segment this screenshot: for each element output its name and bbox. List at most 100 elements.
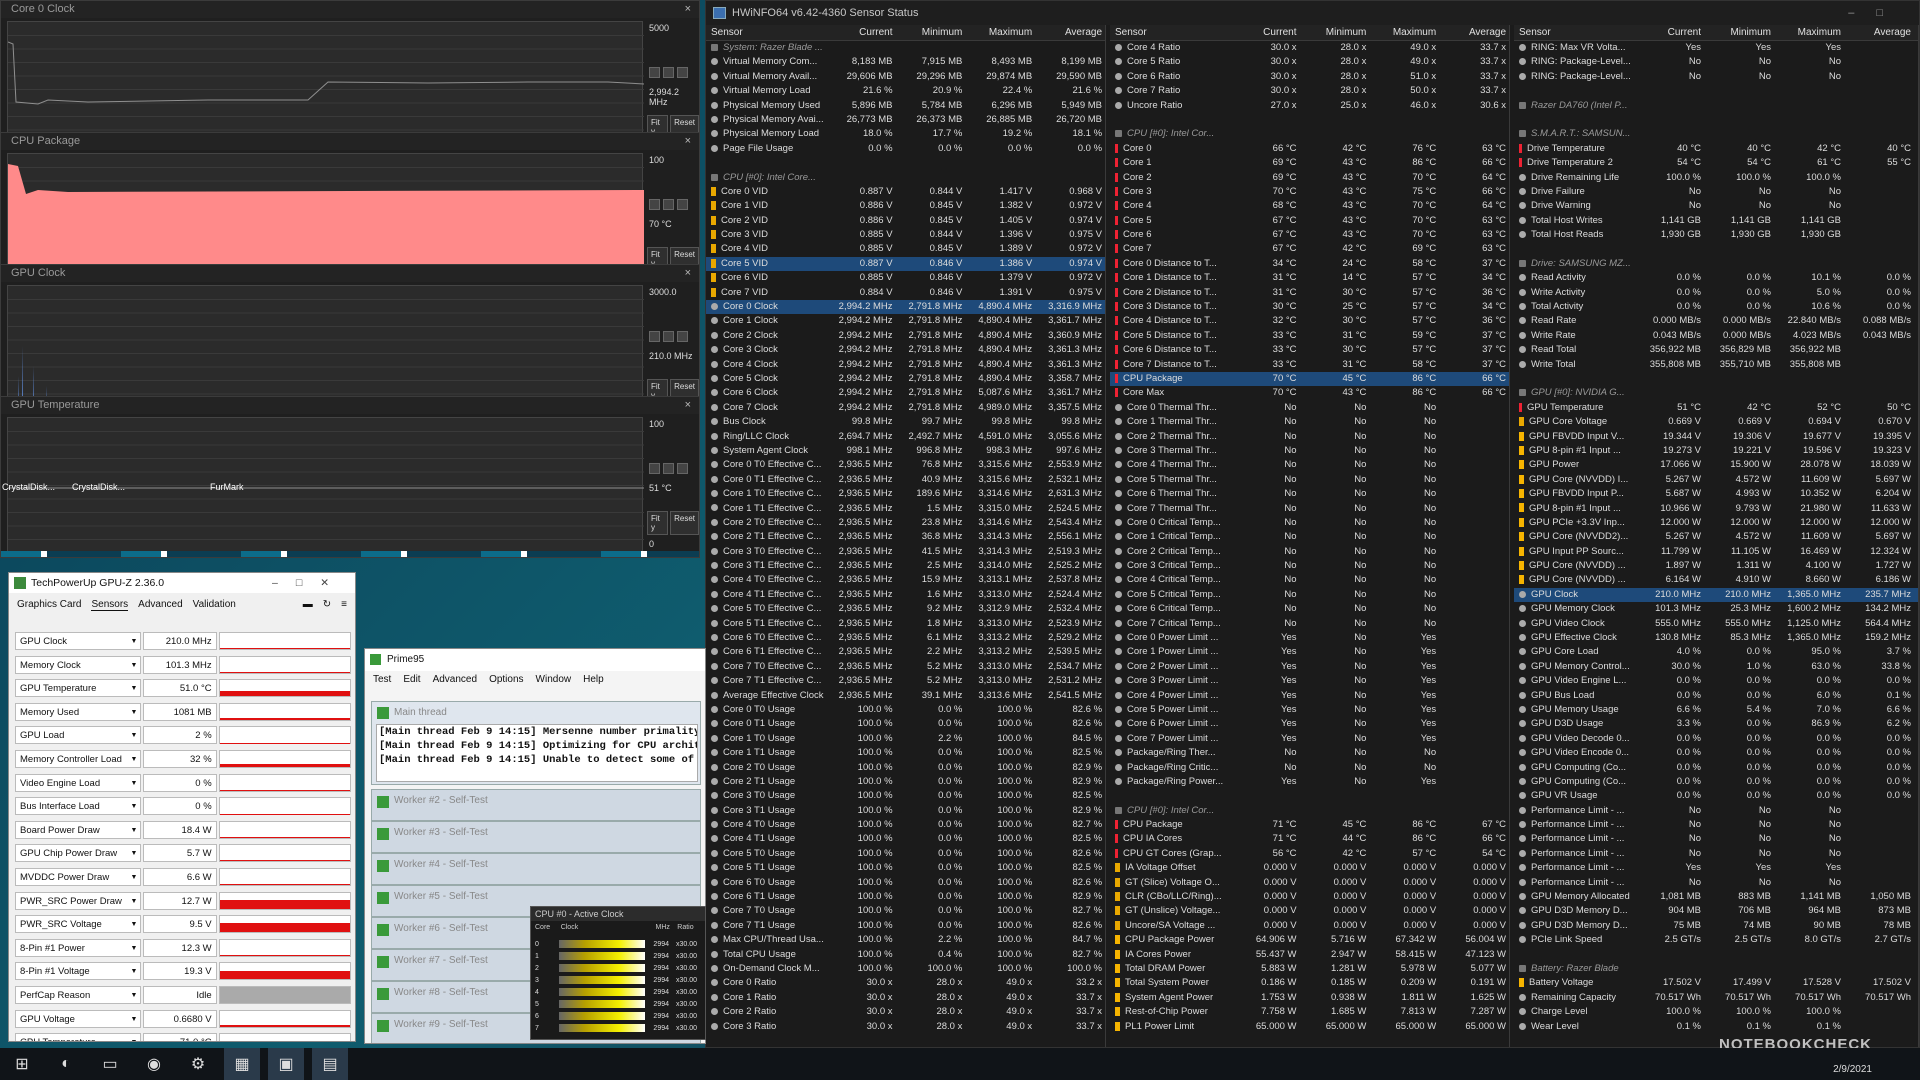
sensor-row[interactable]: Core 1 Power Limit ... Yes No Yes	[1110, 645, 1509, 659]
column-header[interactable]: Sensor Current Minimum Maximum Average	[1110, 25, 1509, 41]
sensor-row[interactable]: Core 0 66 °C 42 °C 76 °C 63 °C	[1110, 142, 1509, 156]
sensor-row[interactable]: RING: Package-Level... No No No	[1514, 70, 1918, 84]
worker-window[interactable]: Worker #4 - Self-Test	[371, 853, 701, 885]
settings-icon[interactable]: ⚙	[180, 1048, 216, 1080]
sensor-row[interactable]: Core 7 T1 Effective C... 2,936.5 MHz 5.2 M…	[706, 674, 1105, 688]
gpuz-window[interactable]: TechPowerUp GPU-Z 2.36.0 –□✕ Graphics Ca…	[8, 572, 356, 1042]
sensor-row[interactable]: Physical Memory Avai... 26,773 MB 26,373 M…	[706, 113, 1105, 127]
sensor-row[interactable]: Core 2 T0 Effective C... 2,936.5 MHz 23.8 …	[706, 516, 1105, 530]
sensor-row[interactable]: Core 5 Power Limit ... Yes No Yes	[1110, 703, 1509, 717]
sensor-row[interactable]: Core 6 VID 0.885 V 0.846 V 1.379 V 0.972 V	[706, 271, 1105, 285]
sensor-row[interactable]: CPU Package 71 °C 45 °C 86 °C 67 °C	[1110, 818, 1509, 832]
sensor-row[interactable]: Core 2 VID 0.886 V 0.845 V 1.405 V 0.974 V	[706, 214, 1105, 228]
gpuz-sensor-label[interactable]: 8-Pin #1 Power	[15, 938, 142, 958]
sensor-row[interactable]: Read Total 356,922 MB 356,829 MB 356,922 MB	[1514, 343, 1918, 357]
gpuz-sensor-row[interactable]: PWR_SRC Voltage9.5 V	[15, 914, 351, 934]
header-minimum[interactable]: Minimum	[1300, 25, 1370, 40]
sensor-row[interactable]: Total Activity 0.0 % 0.0 % 10.6 % 0.0 %	[1514, 300, 1918, 314]
sensor-row[interactable]: Core 0 T0 Effective C... 2,936.5 MHz 76.8 …	[706, 458, 1105, 472]
sensor-row[interactable]: GPU Clock 210.0 MHz 210.0 MHz 1,365.0 MHz 23…	[1514, 587, 1918, 603]
sensor-row[interactable]: Core 5 Distance to T... 33 °C 31 °C 59 °C 37…	[1110, 329, 1509, 343]
close-icon[interactable]: ×	[685, 397, 691, 414]
sensor-row[interactable]: Core 3 Distance to T... 30 °C 25 °C 57 °C 34…	[1110, 300, 1509, 314]
sensor-row[interactable]: Core 4 Power Limit ... Yes No Yes	[1110, 689, 1509, 703]
sensor-row[interactable]: Core 1 T1 Effective C... 2,936.5 MHz 1.5 M…	[706, 502, 1105, 516]
gpuz-sensor-label[interactable]: GPU Chip Power Draw	[15, 844, 142, 863]
sensor-row[interactable]: Bus Clock 99.8 MHz 99.7 MHz 99.8 MHz 99.8 MH…	[706, 415, 1105, 429]
sensor-row[interactable]: Total Host Reads 1,930 GB 1,930 GB 1,930 GB	[1514, 228, 1918, 242]
sensor-row[interactable]: Core 4 T1 Effective C... 2,936.5 MHz 1.6 M…	[706, 588, 1105, 602]
tab-sensors[interactable]: Sensors	[91, 599, 129, 611]
gpuz-titlebar[interactable]: TechPowerUp GPU-Z 2.36.0 –□✕	[9, 573, 355, 593]
sensor-row[interactable]: Package/Ring Power... Yes No Yes	[1110, 775, 1509, 789]
prime95-titlebar[interactable]: Prime95	[365, 649, 705, 671]
sensor-row[interactable]: GPU Power 17.066 W 15.900 W 28.078 W 18.039 …	[1514, 458, 1918, 472]
sensor-row[interactable]: Core 5 Thermal Thr... No No No	[1110, 473, 1509, 487]
sensor-row[interactable]: Total System Power 0.186 W 0.185 W 0.209 W0…	[1110, 976, 1509, 990]
sensor-row[interactable]: Performance Limit - ... No No No	[1514, 832, 1918, 846]
sensor-row[interactable]: Core 4 T0 Effective C... 2,936.5 MHz 15.9 …	[706, 573, 1105, 587]
sensor-row[interactable]: RING: Max VR Volta... Yes Yes Yes	[1514, 41, 1918, 55]
tab-validation[interactable]: Validation	[193, 599, 236, 611]
sensor-row[interactable]: Core 5 Clock 2,994.2 MHz 2,791.8 MHz 4,890.…	[706, 372, 1105, 386]
sensor-row[interactable]: Write Total 355,808 MB 355,710 MB 355,808 M…	[1514, 358, 1918, 372]
header-average[interactable]: Average	[1035, 25, 1105, 40]
gpuz-sensor-label[interactable]: PWR_SRC Power Draw	[15, 891, 142, 911]
sensor-row[interactable]: Core 6 Distance to T... 33 °C 30 °C 57 °C 37…	[1110, 343, 1509, 357]
sensor-group[interactable]: Battery: Razer Blade	[1514, 962, 1918, 976]
worker-window[interactable]: Worker #3 - Self-Test	[371, 821, 701, 853]
sensor-row[interactable]: Battery Voltage 17.502 V 17.499 V 17.528 V1…	[1514, 976, 1918, 990]
sensor-row[interactable]: Core 4 T1 Usage 100.0 % 0.0 % 100.0 % 82.5 %	[706, 832, 1105, 846]
gpuz-sensor-row[interactable]: PWR_SRC Power Draw12.7 W	[15, 891, 351, 911]
gpuz-sensor-row[interactable]: PerfCap ReasonIdle	[15, 985, 351, 1005]
sensor-group[interactable]: System: Razer Blade ...	[706, 41, 1105, 55]
sensor-row[interactable]: Performance Limit - ... No No No	[1514, 847, 1918, 861]
razer-icon[interactable]: ◉	[136, 1048, 172, 1080]
sensor-row[interactable]: Core 7 Power Limit ... Yes No Yes	[1110, 732, 1509, 746]
monitor-fit-reset[interactable]: Fit yReset	[647, 511, 699, 535]
mode-button[interactable]	[663, 67, 674, 78]
header-maximum[interactable]: Maximum	[1774, 25, 1844, 40]
sensor-column-3[interactable]: Sensor Current Minimum Maximum Average RING: …	[1514, 25, 1919, 1047]
gpuz-sensor-row[interactable]: Video Engine Load0 %	[15, 773, 351, 793]
menu-advanced[interactable]: Advanced	[433, 674, 477, 685]
gpuz-sensor-label[interactable]: PWR_SRC Voltage	[15, 915, 142, 934]
sensor-row[interactable]: Core 3 T1 Effective C... 2,936.5 MHz 2.5 M…	[706, 559, 1105, 573]
sensor-row[interactable]: Performance Limit - ... Yes Yes Yes	[1514, 861, 1918, 875]
prime95-icon[interactable]: ▤	[312, 1048, 348, 1080]
sensor-row[interactable]: Core 5 T1 Effective C... 2,936.5 MHz 1.8 M…	[706, 617, 1105, 631]
gpuz-sensor-row[interactable]: GPU Clock210.0 MHz	[15, 631, 351, 651]
sensor-row[interactable]: GPU Input PP Sourc... 11.799 W 11.105 W 16.…	[1514, 545, 1918, 559]
sensor-row[interactable]: Core 6 T0 Usage 100.0 % 0.0 % 100.0 % 82.6 %	[706, 876, 1105, 890]
sensor-row[interactable]: Charge Level 100.0 % 100.0 % 100.0 %	[1514, 1005, 1918, 1019]
sensor-group[interactable]: CPU [#0]: Intel Cor...	[1110, 804, 1509, 818]
sensor-row[interactable]: Core 6 Thermal Thr... No No No	[1110, 487, 1509, 501]
gpuz-sensor-row[interactable]: 8-Pin #1 Power12.3 W	[15, 938, 351, 958]
sensor-row[interactable]: Core 1 Thermal Thr... No No No	[1110, 415, 1509, 429]
sensor-column-1[interactable]: Sensor Current Minimum Maximum Average System…	[706, 25, 1106, 1047]
sensor-row[interactable]: Drive Failure No No No	[1514, 185, 1918, 199]
sensor-row[interactable]: Core 7 Thermal Thr... No No No	[1110, 502, 1509, 516]
worker-window[interactable]: Worker #2 - Self-Test	[371, 789, 701, 821]
sensor-row[interactable]: Core 7 T0 Effective C... 2,936.5 MHz 5.2 M…	[706, 660, 1105, 674]
sensor-row[interactable]: GPU Core Load 4.0 % 0.0 % 95.0 % 3.7 %	[1514, 645, 1918, 659]
sensor-row[interactable]: Core 2 Power Limit ... Yes No Yes	[1110, 660, 1509, 674]
sensor-row[interactable]: Write Activity 0.0 % 0.0 % 5.0 % 0.0 %	[1514, 286, 1918, 300]
sensor-row[interactable]: Core 4 Thermal Thr... No No No	[1110, 458, 1509, 472]
sensor-row[interactable]: Core 3 VID 0.885 V 0.844 V 1.396 V 0.975 V	[706, 228, 1105, 242]
mode-button[interactable]	[649, 67, 660, 78]
sensor-row[interactable]: Core 3 Power Limit ... Yes No Yes	[1110, 674, 1509, 688]
sensor-row[interactable]: GPU Memory Control... 30.0 % 1.0 % 63.0 % 33…	[1514, 660, 1918, 674]
sensor-row[interactable]: System Agent Clock 998.1 MHz 996.8 MHz 998.…	[706, 444, 1105, 458]
sensor-row[interactable]: Package/Ring Ther... No No No	[1110, 746, 1509, 760]
mode-button[interactable]	[663, 199, 674, 210]
sensor-row[interactable]: Core 2 Ratio 30.0 x 28.0 x 49.0 x 33.7 x	[706, 1005, 1105, 1019]
gpuz-sensor-row[interactable]: CPU Temperature71.0 °C	[15, 1032, 351, 1041]
menu-help[interactable]: Help	[583, 674, 604, 685]
window-controls[interactable]: –□✕	[272, 573, 347, 593]
sensor-row[interactable]: Uncore Ratio 27.0 x 25.0 x 46.0 x 30.6 x	[1110, 99, 1509, 113]
sensor-row[interactable]: Core 3 T1 Usage 100.0 % 0.0 % 100.0 % 82.9 %	[706, 804, 1105, 818]
active-clock-window[interactable]: CPU #0 - Active Clock Core Clock MHz Ratio …	[530, 906, 706, 1040]
sensor-row[interactable]: Performance Limit - ... No No No	[1514, 804, 1918, 818]
sensor-row[interactable]: Core 0 T0 Usage 100.0 % 0.0 % 100.0 % 82.6 %	[706, 703, 1105, 717]
